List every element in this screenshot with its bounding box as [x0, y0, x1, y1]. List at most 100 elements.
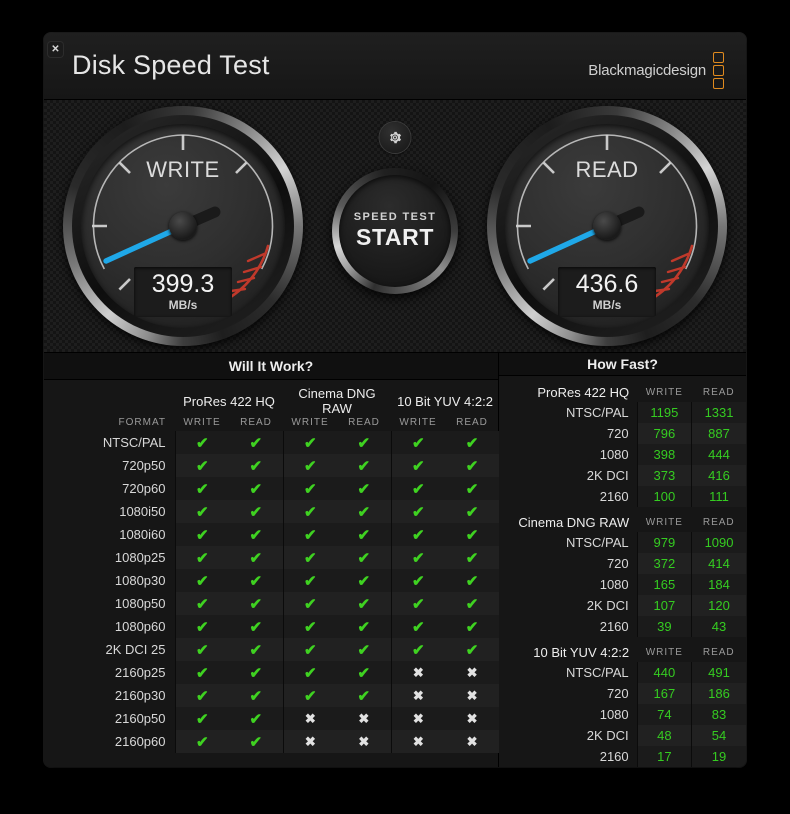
check-icon: ✔	[337, 431, 391, 454]
column-header-read: READ	[692, 645, 746, 662]
check-icon: ✔	[229, 569, 283, 592]
resolution-label: 720	[499, 683, 637, 704]
write-speed-cell: 48	[637, 725, 691, 746]
format-label: 2160p60	[44, 730, 175, 753]
resolution-label: 720	[499, 423, 637, 444]
read-speed-cell: 54	[692, 725, 746, 746]
check-icon: ✔	[337, 615, 391, 638]
check-icon: ✔	[175, 500, 229, 523]
subheader-read: READ	[229, 417, 283, 431]
read-speed-cell: 1090	[692, 532, 746, 553]
speed-test-start-button[interactable]: SPEED TEST START	[332, 168, 458, 294]
check-icon: ✔	[391, 523, 445, 546]
read-speed-cell: 184	[692, 574, 746, 595]
check-icon: ✔	[283, 500, 337, 523]
table-row: 2K DCI4854	[499, 725, 746, 746]
write-speed-cell: 1195	[637, 402, 691, 423]
check-icon: ✔	[283, 592, 337, 615]
disk-speed-test-window: Disk Speed Test Blackmagicdesign	[44, 33, 746, 767]
read-speed-cell: 887	[692, 423, 746, 444]
column-header-write: WRITE	[637, 515, 691, 532]
table-row: NTSC/PAL440491	[499, 662, 746, 683]
column-header-write: WRITE	[637, 385, 691, 402]
check-icon: ✔	[337, 569, 391, 592]
check-icon: ✔	[175, 546, 229, 569]
table-row: 1080165184	[499, 574, 746, 595]
check-icon: ✔	[175, 454, 229, 477]
format-label: 2160p25	[44, 661, 175, 684]
resolution-label: 2K DCI	[499, 595, 637, 616]
check-icon: ✔	[391, 615, 445, 638]
resolution-label: 1080	[499, 574, 637, 595]
cross-icon: ✖	[445, 730, 499, 753]
check-icon: ✔	[229, 500, 283, 523]
subheader-read: READ	[445, 417, 499, 431]
check-icon: ✔	[283, 638, 337, 661]
check-icon: ✔	[283, 477, 337, 500]
table-row: 21603943	[499, 616, 746, 637]
table-row: 1080p30✔✔✔✔✔✔	[44, 569, 499, 592]
group-name: Cinema DNG RAW	[499, 515, 637, 532]
check-icon: ✔	[283, 431, 337, 454]
sub-header-row: FORMAT WRITE READ WRITE READ WRITE READ	[44, 417, 499, 431]
table-row: 2160p50✔✔✖✖✖✖	[44, 707, 499, 730]
gauge-needle	[106, 212, 215, 261]
check-icon: ✔	[229, 431, 283, 454]
read-speed-value: 436.6	[558, 271, 656, 297]
table-row: NTSC/PAL11951331	[499, 402, 746, 423]
check-icon: ✔	[391, 431, 445, 454]
brand-name: Blackmagicdesign	[588, 62, 706, 79]
group-header-row: 10 Bit YUV 4:2:2WRITEREAD	[499, 645, 746, 662]
group-header-cinemadng: Cinema DNG RAW	[283, 383, 391, 417]
check-icon: ✔	[391, 569, 445, 592]
check-icon: ✔	[229, 684, 283, 707]
check-icon: ✔	[175, 615, 229, 638]
column-header-read: READ	[692, 515, 746, 532]
check-icon: ✔	[229, 454, 283, 477]
table-row: 21601719	[499, 746, 746, 767]
format-label: 1080p25	[44, 546, 175, 569]
subheader-write: WRITE	[391, 417, 445, 431]
write-speed-cell: 17	[637, 746, 691, 767]
check-icon: ✔	[445, 569, 499, 592]
write-gauge-readout: 399.3 MB/s	[134, 267, 232, 317]
group-header-prores: ProRes 422 HQ	[175, 383, 283, 417]
check-icon: ✔	[391, 638, 445, 661]
group-name: 10 Bit YUV 4:2:2	[499, 645, 637, 662]
table-row: 1080i60✔✔✔✔✔✔	[44, 523, 499, 546]
resolution-label: 2160	[499, 486, 637, 507]
read-speed-cell: 444	[692, 444, 746, 465]
write-gauge-label: WRITE	[81, 157, 285, 183]
cross-icon: ✖	[283, 707, 337, 730]
check-icon: ✔	[337, 523, 391, 546]
write-speed-cell: 796	[637, 423, 691, 444]
table-row: 1080p60✔✔✔✔✔✔	[44, 615, 499, 638]
cross-icon: ✖	[337, 730, 391, 753]
write-speed-cell: 74	[637, 704, 691, 725]
how-fast-group: Cinema DNG RAWWRITEREADNTSC/PAL979109072…	[499, 515, 746, 637]
write-speed-cell: 398	[637, 444, 691, 465]
settings-button[interactable]	[380, 122, 411, 153]
how-fast-body: ProRes 422 HQWRITEREADNTSC/PAL1195133172…	[499, 376, 746, 767]
subheader-write: WRITE	[175, 417, 229, 431]
will-it-work-table: ProRes 422 HQ Cinema DNG RAW 10 Bit YUV …	[44, 383, 499, 753]
table-row: 1080p50✔✔✔✔✔✔	[44, 592, 499, 615]
column-header-read: READ	[692, 385, 746, 402]
table-row: 720796887	[499, 423, 746, 444]
close-button[interactable]: ✕	[48, 42, 63, 57]
resolution-label: 2160	[499, 616, 637, 637]
gear-icon	[388, 130, 403, 145]
group-header-row: ProRes 422 HQWRITEREAD	[499, 385, 746, 402]
check-icon: ✔	[283, 661, 337, 684]
check-icon: ✔	[229, 477, 283, 500]
format-label: 2160p50	[44, 707, 175, 730]
table-row: 1080p25✔✔✔✔✔✔	[44, 546, 499, 569]
resolution-label: 2160	[499, 746, 637, 767]
read-speed-cell: 414	[692, 553, 746, 574]
resolution-label: 2K DCI	[499, 725, 637, 746]
write-speed-unit: MB/s	[134, 298, 232, 312]
gauge-face: READ 436.6 MB/s	[505, 124, 709, 328]
table-row: 720167186	[499, 683, 746, 704]
check-icon: ✔	[229, 523, 283, 546]
check-icon: ✔	[175, 431, 229, 454]
